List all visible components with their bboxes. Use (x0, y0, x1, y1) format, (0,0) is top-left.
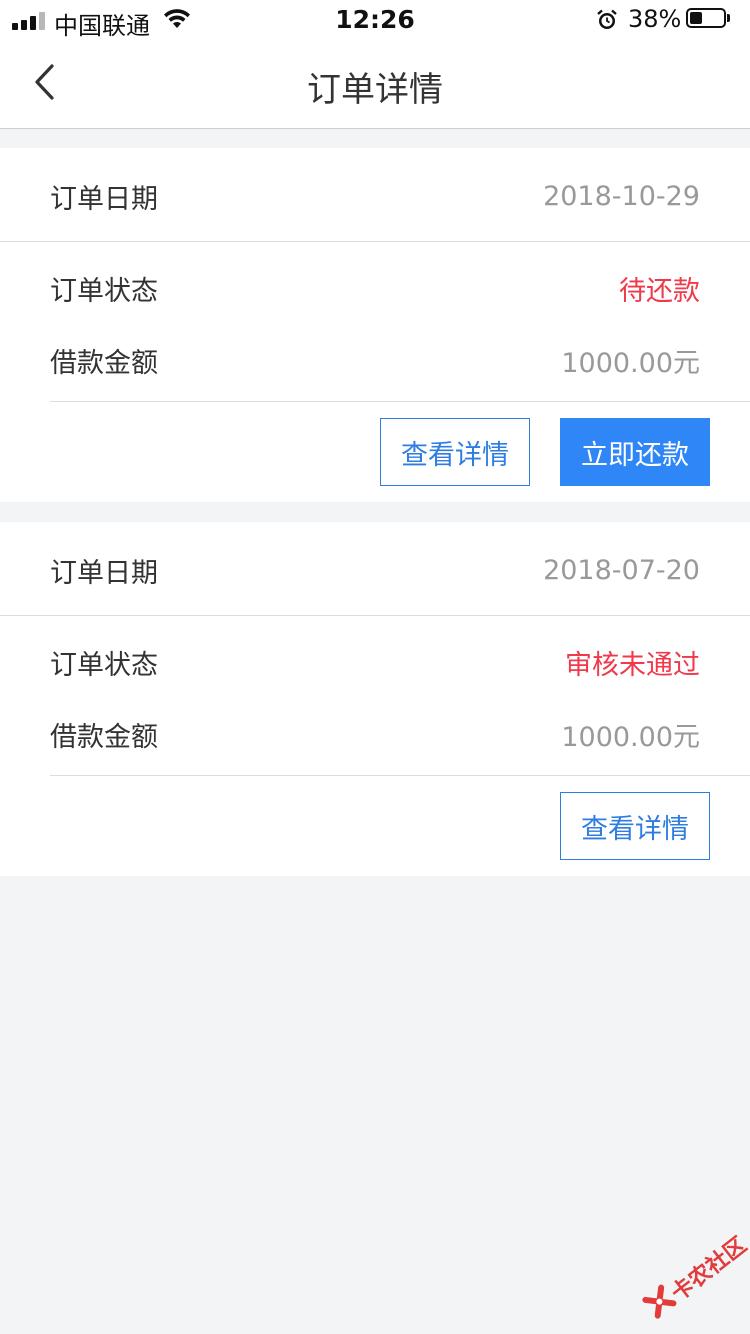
order-date-label: 订单日期 (50, 183, 158, 215)
order-date-value: 2018-10-29 (543, 180, 700, 212)
status-bar: 中国联通 12:26 38% (0, 0, 750, 40)
order-list: 订单日期 2018-10-29 订单状态 待还款 借款金额 1000.00元 查… (0, 148, 750, 896)
order-date-label: 订单日期 (50, 557, 158, 589)
divider (50, 401, 750, 402)
alarm-icon (596, 9, 618, 35)
loan-amount-row: 借款金额 1000.00元 (50, 340, 700, 380)
battery-percent: 38% (628, 5, 682, 33)
loan-amount-value: 1000.00元 (561, 347, 700, 379)
order-date-row: 订单日期 2018-10-29 (50, 176, 700, 216)
order-status-row: 订单状态 待还款 (50, 268, 700, 308)
order-card: 订单日期 2018-07-20 订单状态 审核未通过 借款金额 1000.00元… (0, 522, 750, 876)
view-details-button[interactable]: 查看详情 (560, 792, 710, 860)
order-status-row: 订单状态 审核未通过 (50, 642, 700, 682)
watermark: 卡农社区 (634, 1226, 750, 1334)
divider (0, 241, 750, 242)
loan-amount-label: 借款金额 (50, 721, 158, 753)
order-status-label: 订单状态 (50, 275, 158, 307)
divider (0, 615, 750, 616)
loan-amount-label: 借款金额 (50, 347, 158, 379)
watermark-text: 卡农社区 (666, 1232, 750, 1307)
order-status-value: 待还款 (619, 275, 700, 307)
page-title: 订单详情 (307, 70, 443, 110)
order-card: 订单日期 2018-10-29 订单状态 待还款 借款金额 1000.00元 查… (0, 148, 750, 502)
loan-amount-value: 1000.00元 (561, 721, 700, 753)
order-status-label: 订单状态 (50, 649, 158, 681)
order-actions: 查看详情 立即还款 (380, 418, 710, 486)
repay-now-button[interactable]: 立即还款 (560, 418, 710, 486)
battery-icon (686, 8, 730, 30)
loan-amount-row: 借款金额 1000.00元 (50, 714, 700, 754)
divider (50, 775, 750, 776)
order-date-value: 2018-07-20 (543, 554, 700, 586)
order-status-value: 审核未通过 (565, 649, 700, 681)
order-actions: 查看详情 (560, 792, 710, 860)
view-details-button[interactable]: 查看详情 (380, 418, 530, 486)
order-date-row: 订单日期 2018-07-20 (50, 550, 700, 590)
navigation-bar: 订单详情 (0, 40, 750, 129)
